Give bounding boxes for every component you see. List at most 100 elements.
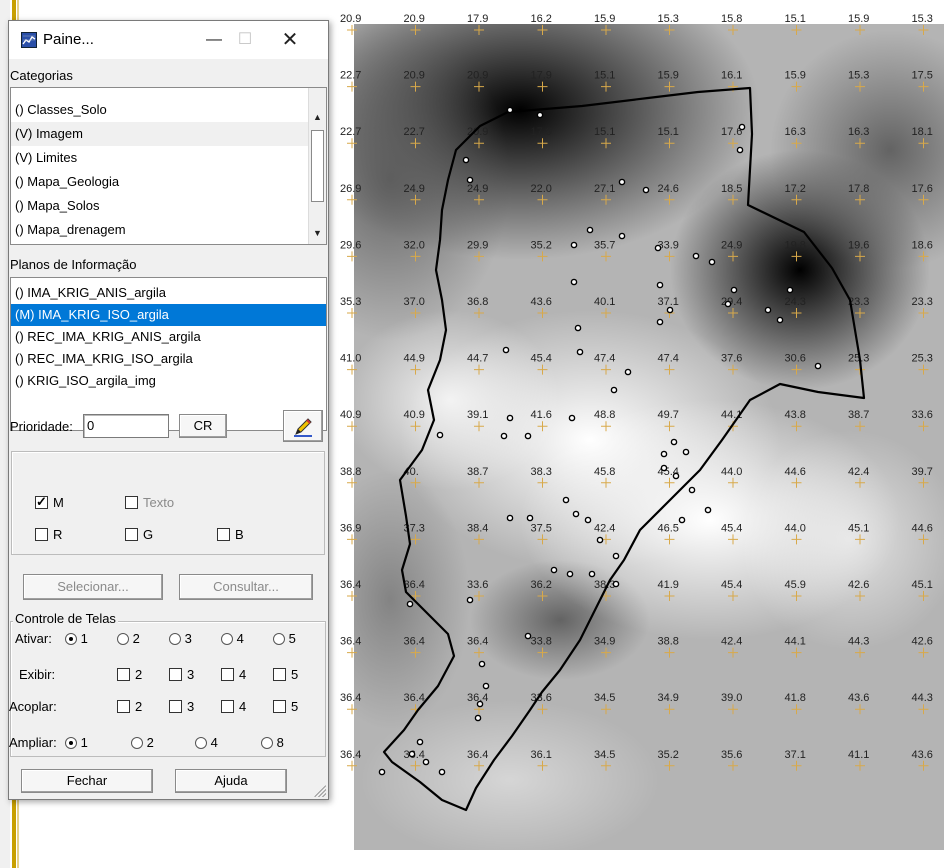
ampliar-opt-1[interactable]: 1 bbox=[65, 735, 88, 750]
scroll-thumb[interactable] bbox=[311, 130, 324, 202]
categorias-scrollbar[interactable]: ▲ ▼ bbox=[308, 88, 326, 244]
prioridade-input[interactable]: 0 bbox=[83, 414, 169, 438]
acoplar-opt-5[interactable]: 5 bbox=[273, 699, 298, 714]
exibir-opt-2[interactable]: 2 bbox=[117, 667, 142, 682]
categoria-item[interactable]: () Mapa_Solos bbox=[11, 194, 308, 218]
check-b[interactable]: B bbox=[217, 527, 244, 542]
map-canvas[interactable]: 20.9 20.9 17.9 16.2 15.9 15.3 15.8 15.1 15.9 15.3… bbox=[330, 0, 944, 868]
acoplar-label: Acoplar: bbox=[9, 699, 57, 714]
sample-point bbox=[814, 362, 822, 370]
categoria-item[interactable]: () Mapa_drenagem bbox=[11, 218, 308, 242]
grid-value-label: 36.8 bbox=[467, 296, 488, 308]
scroll-down-icon[interactable]: ▼ bbox=[309, 224, 326, 242]
sample-point bbox=[550, 566, 558, 574]
sample-point bbox=[610, 386, 618, 394]
ampliar-opt-2[interactable]: 2 bbox=[131, 735, 154, 750]
ampliar-opt-4[interactable]: 4 bbox=[195, 735, 218, 750]
acoplar-opt-4[interactable]: 4 bbox=[221, 699, 246, 714]
exibir-opt-4[interactable]: 4 bbox=[221, 667, 246, 682]
check-g[interactable]: G bbox=[125, 527, 153, 542]
grid-value-label: 24.9 bbox=[467, 183, 488, 195]
sample-point bbox=[618, 178, 626, 186]
planos-list[interactable]: () IMA_KRIG_ANIS_argila (M) IMA_KRIG_ISO… bbox=[10, 277, 327, 431]
sample-point bbox=[536, 111, 544, 119]
sample-point bbox=[618, 232, 626, 240]
exibir-opt-3[interactable]: 3 bbox=[169, 667, 194, 682]
sample-point bbox=[584, 516, 592, 524]
categoria-item[interactable]: (V) Limites bbox=[11, 146, 308, 170]
cr-button[interactable]: CR bbox=[179, 414, 227, 438]
planos-label: Planos de Informação bbox=[10, 257, 137, 272]
checkbox-texto[interactable] bbox=[125, 496, 138, 509]
sample-point bbox=[656, 318, 664, 326]
grid-value-label: 35.2 bbox=[658, 749, 679, 761]
close-icon[interactable]: ✕ bbox=[267, 21, 313, 59]
edit-pencil-button[interactable] bbox=[283, 410, 323, 442]
grid-value-label: 43.8 bbox=[785, 409, 806, 421]
categoria-item[interactable]: () Classes_Solo bbox=[11, 98, 308, 122]
ativar-opt-1[interactable]: 1 bbox=[65, 631, 88, 646]
grid-value-label: 37.6 bbox=[721, 353, 742, 365]
sample-point bbox=[506, 106, 514, 114]
exibir-opt-5[interactable]: 5 bbox=[273, 667, 298, 682]
grid-value-label: 45.4 bbox=[531, 353, 552, 365]
resize-grip[interactable] bbox=[314, 785, 326, 797]
grid-value-label: 17.5 bbox=[912, 70, 933, 82]
plano-item-selected[interactable]: (M) IMA_KRIG_ISO_argila bbox=[11, 304, 326, 326]
grid-value-label: 33.6 bbox=[467, 579, 488, 591]
acoplar-row: Acoplar: 2 3 4 5 bbox=[9, 699, 327, 719]
check-texto[interactable]: Texto bbox=[125, 495, 174, 510]
plano-item[interactable]: () REC_IMA_KRIG_ANIS_argila bbox=[11, 326, 326, 348]
consultar-button[interactable]: Consultar... bbox=[179, 574, 313, 600]
grid-value-label: 16.1 bbox=[721, 70, 742, 82]
app-icon bbox=[21, 32, 37, 48]
plano-item[interactable]: () KRIG_ISO_argila_img bbox=[11, 370, 326, 392]
categoria-item[interactable]: () Mapa_Geologia bbox=[11, 170, 308, 194]
plano-item[interactable]: () REC_IMA_KRIG_ISO_argila bbox=[11, 348, 326, 370]
grid-value-label: 42.4 bbox=[848, 466, 869, 478]
scroll-up-icon[interactable]: ▲ bbox=[309, 108, 326, 126]
ativar-opt-5[interactable]: 5 bbox=[273, 631, 296, 646]
selecionar-button[interactable]: Selecionar... bbox=[23, 574, 163, 600]
grid-value-label: 24.9 bbox=[721, 239, 742, 251]
ativar-opt-3[interactable]: 3 bbox=[169, 631, 192, 646]
check-m[interactable]: M bbox=[35, 494, 64, 510]
maximize-icon[interactable]: ☐ bbox=[222, 21, 268, 59]
grid-value-label: 38.4 bbox=[467, 522, 488, 534]
grid-value-label: 36.4 bbox=[404, 692, 425, 704]
categoria-item[interactable]: (V) Imagem bbox=[11, 122, 308, 146]
ativar-opt-4[interactable]: 4 bbox=[221, 631, 244, 646]
checkbox-m[interactable] bbox=[35, 494, 48, 510]
checkbox-b[interactable] bbox=[217, 528, 230, 541]
grid-value-label: 34.9 bbox=[594, 636, 615, 648]
grid-value-label: 15.3 bbox=[658, 13, 679, 25]
acoplar-opt-2[interactable]: 2 bbox=[117, 699, 142, 714]
grid-value-label: 36.4 bbox=[467, 636, 488, 648]
grid-value-label: 47.4 bbox=[658, 353, 679, 365]
sample-point bbox=[562, 496, 570, 504]
ajuda-button[interactable]: Ajuda bbox=[175, 769, 287, 793]
checkbox-g[interactable] bbox=[125, 528, 138, 541]
plano-item[interactable]: () IMA_KRIG_ANIS_argila bbox=[11, 282, 326, 304]
sample-point bbox=[666, 306, 674, 314]
grid-value-label: 15.9 bbox=[848, 13, 869, 25]
categorias-list[interactable]: () Classes_Solo (V) Imagem (V) Limites (… bbox=[10, 87, 327, 245]
title-bar[interactable]: Paine... — ☐ ✕ bbox=[9, 21, 328, 59]
grid-value-label: 37.1 bbox=[785, 749, 806, 761]
grid-value-label: 45.1 bbox=[848, 522, 869, 534]
acoplar-opt-3[interactable]: 3 bbox=[169, 699, 194, 714]
fechar-button[interactable]: Fechar bbox=[21, 769, 153, 793]
sample-point bbox=[738, 123, 746, 131]
grid-value-label: 15.1 bbox=[594, 126, 615, 138]
grid-value-label: 22.7 bbox=[340, 70, 361, 82]
grid-value-label: 33.8 bbox=[531, 636, 552, 648]
ampliar-opt-8[interactable]: 8 bbox=[261, 735, 284, 750]
grid-value-label: 44.3 bbox=[848, 636, 869, 648]
grid-value-label: 39.0 bbox=[721, 692, 742, 704]
grid-value-label: 44.3 bbox=[912, 692, 933, 704]
ativar-opt-2[interactable]: 2 bbox=[117, 631, 140, 646]
check-r[interactable]: R bbox=[35, 527, 62, 542]
grid-value-label: 37.5 bbox=[531, 522, 552, 534]
checkbox-r[interactable] bbox=[35, 528, 48, 541]
sample-point bbox=[462, 156, 470, 164]
